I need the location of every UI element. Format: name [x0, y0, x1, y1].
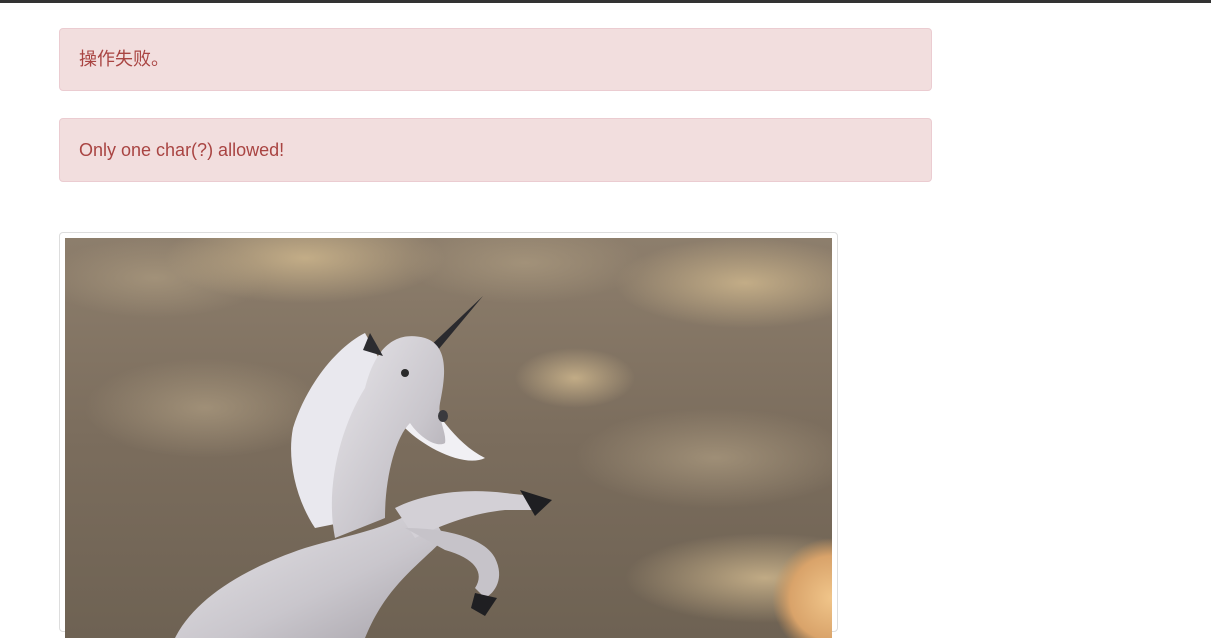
error-alert-operation-failed: 操作失败。 [59, 28, 932, 91]
error-alert-text: Only one char(?) allowed! [79, 140, 285, 160]
error-alert-char-limit: Only one char(?) allowed! [59, 118, 932, 182]
unicorn-image [65, 238, 832, 638]
top-border-bar [0, 0, 1211, 3]
image-thumbnail [59, 232, 838, 638]
error-alert-text: 操作失败。 [79, 49, 169, 69]
